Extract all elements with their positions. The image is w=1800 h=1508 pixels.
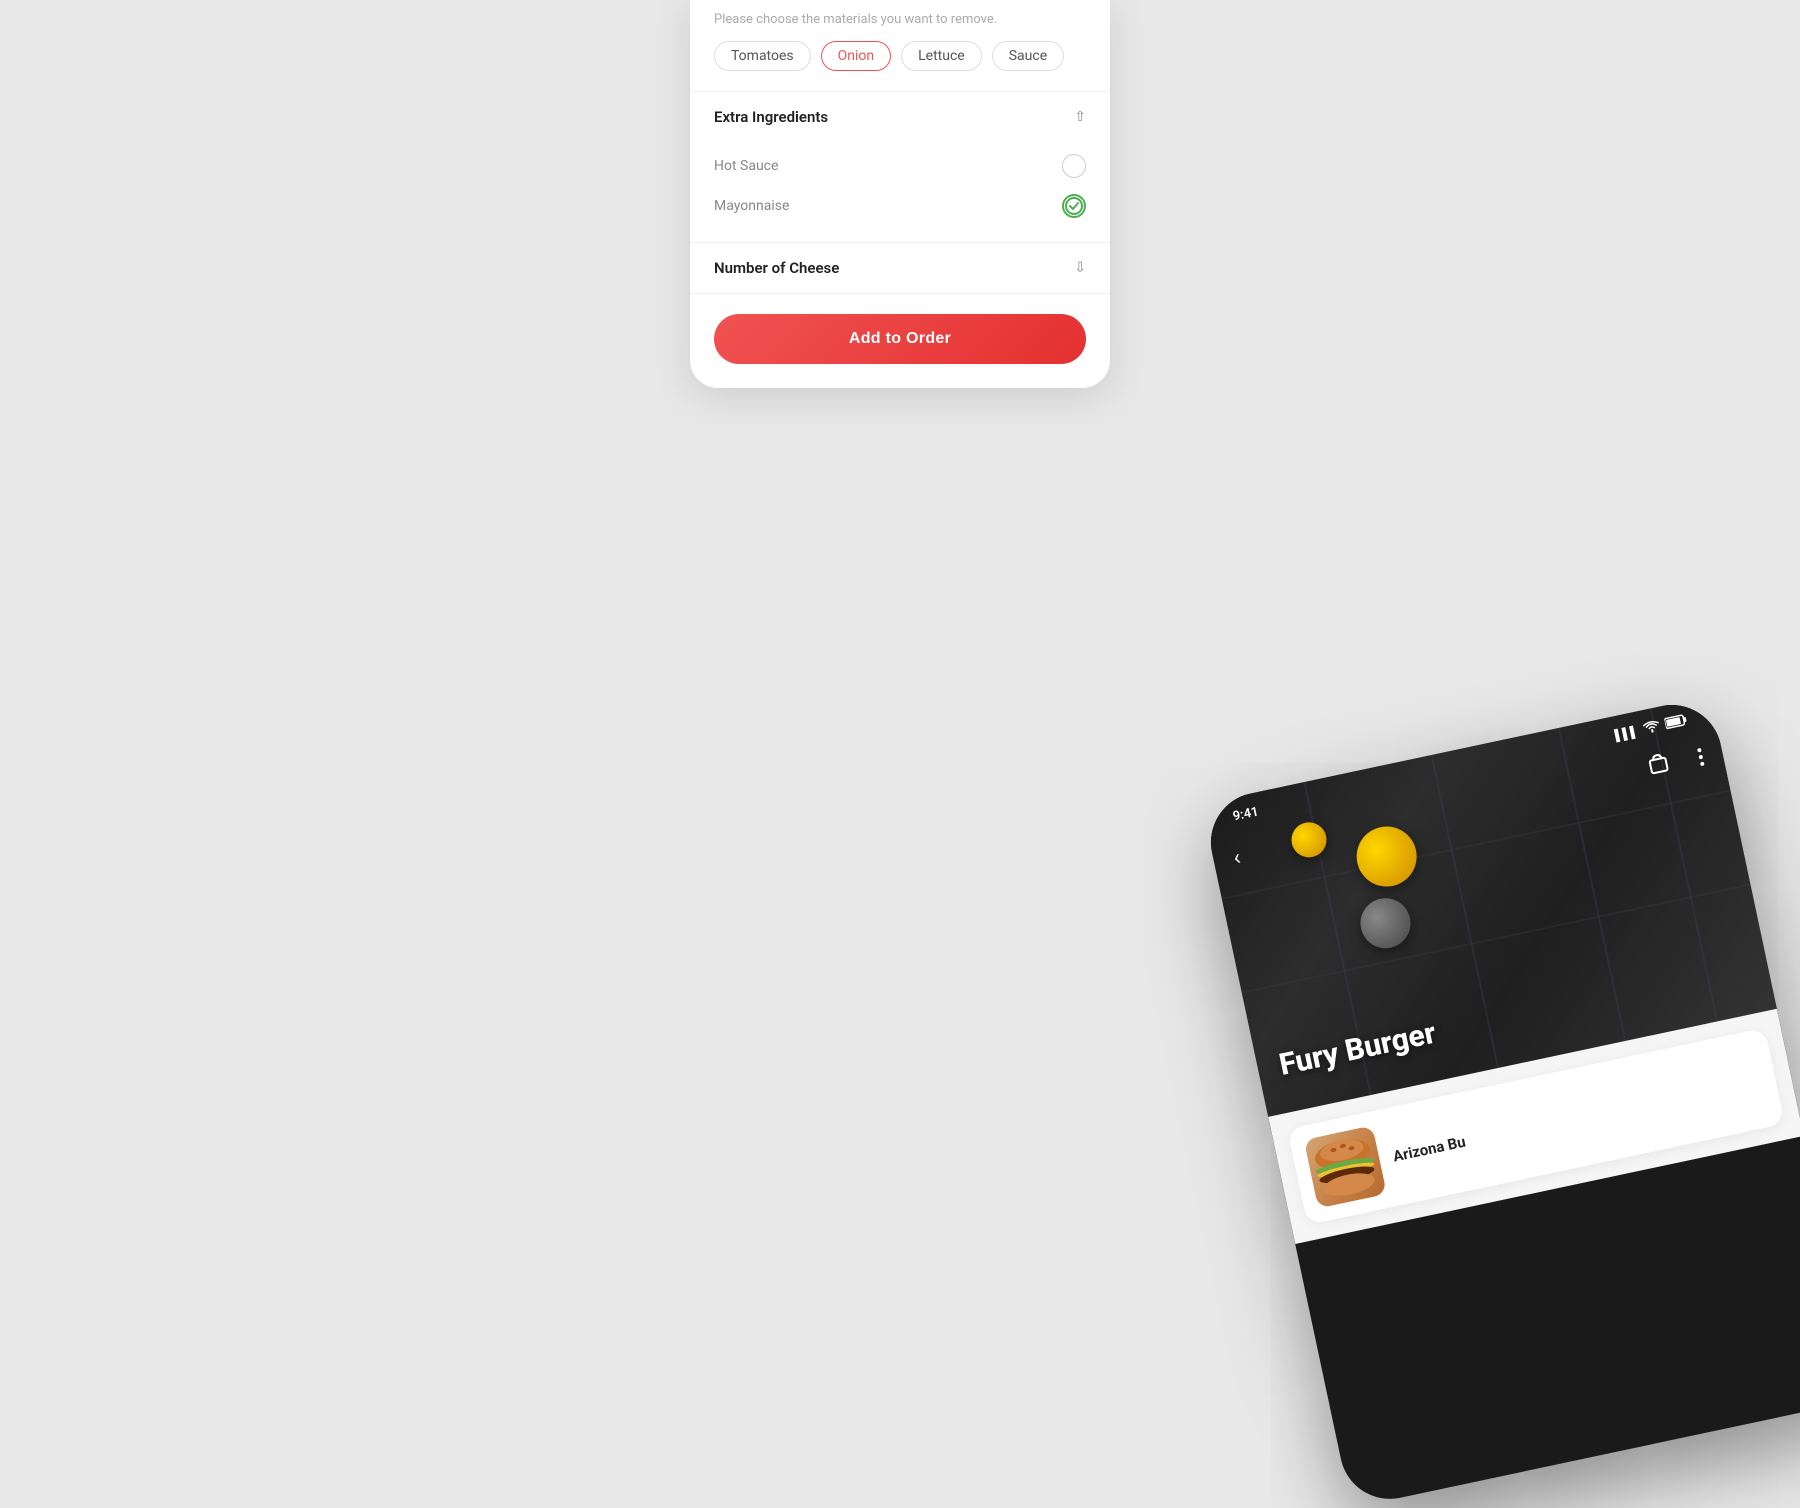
hot-sauce-radio[interactable] [1062,154,1086,178]
remove-section: Please choose the materials you want to … [690,0,1110,92]
product-image [1304,1125,1387,1208]
vline-3 [1558,728,1626,1041]
product-info: Arizona Bu [1391,1133,1467,1166]
add-to-order-button[interactable]: Add to Order [714,314,1086,364]
vline-2 [1431,755,1499,1068]
tag-lettuce[interactable]: Lettuce [901,41,982,71]
chevron-up-icon: ⇧ [1074,109,1086,125]
mayonnaise-radio[interactable] [1062,194,1086,218]
ingredient-tags: Tomatoes Onion Lettuce Sauce [714,41,1086,71]
table-decoration-3 [1288,819,1330,861]
signal-icon: ▌▌▌ [1614,725,1640,743]
extra-ingredients-header[interactable]: Extra Ingredients ⇧ [690,92,1110,142]
phone-mockup: 9:41 ▌▌▌ [1202,696,1800,1508]
hline-2 [1242,884,1751,994]
check-icon [1065,197,1083,215]
extra-ingredients-section: Extra Ingredients ⇧ Hot Sauce Mayonnaise [690,92,1110,243]
hot-sauce-label: Hot Sauce [714,158,778,174]
extra-ingredients-title: Extra Ingredients [714,108,828,126]
remove-hint: Please choose the materials you want to … [714,12,1086,27]
customization-card: Please choose the materials you want to … [690,0,1110,388]
mayonnaise-label: Mayonnaise [714,198,789,214]
burger-svg [1308,1133,1383,1200]
product-name: Arizona Bu [1391,1133,1467,1166]
tag-onion[interactable]: Onion [821,41,891,71]
battery-icon [1664,713,1689,732]
cheese-section: Number of Cheese ⇩ [690,243,1110,294]
hot-sauce-row: Hot Sauce [714,146,1086,186]
phone-time: 9:41 [1232,804,1260,824]
tag-sauce[interactable]: Sauce [992,41,1064,71]
cheese-header[interactable]: Number of Cheese ⇩ [714,259,1086,277]
table-decoration-2 [1356,894,1415,953]
phone-frame: 9:41 ▌▌▌ [1202,696,1800,1508]
chevron-down-icon: ⇩ [1074,260,1086,276]
tag-tomatoes[interactable]: Tomatoes [714,41,811,71]
extra-ingredients-content: Hot Sauce Mayonnaise [690,142,1110,242]
wifi-icon [1642,719,1661,737]
mayonnaise-row: Mayonnaise [714,186,1086,226]
cheese-title: Number of Cheese [714,259,839,277]
bag-icon [1645,750,1671,776]
table-decoration-1 [1351,821,1422,892]
